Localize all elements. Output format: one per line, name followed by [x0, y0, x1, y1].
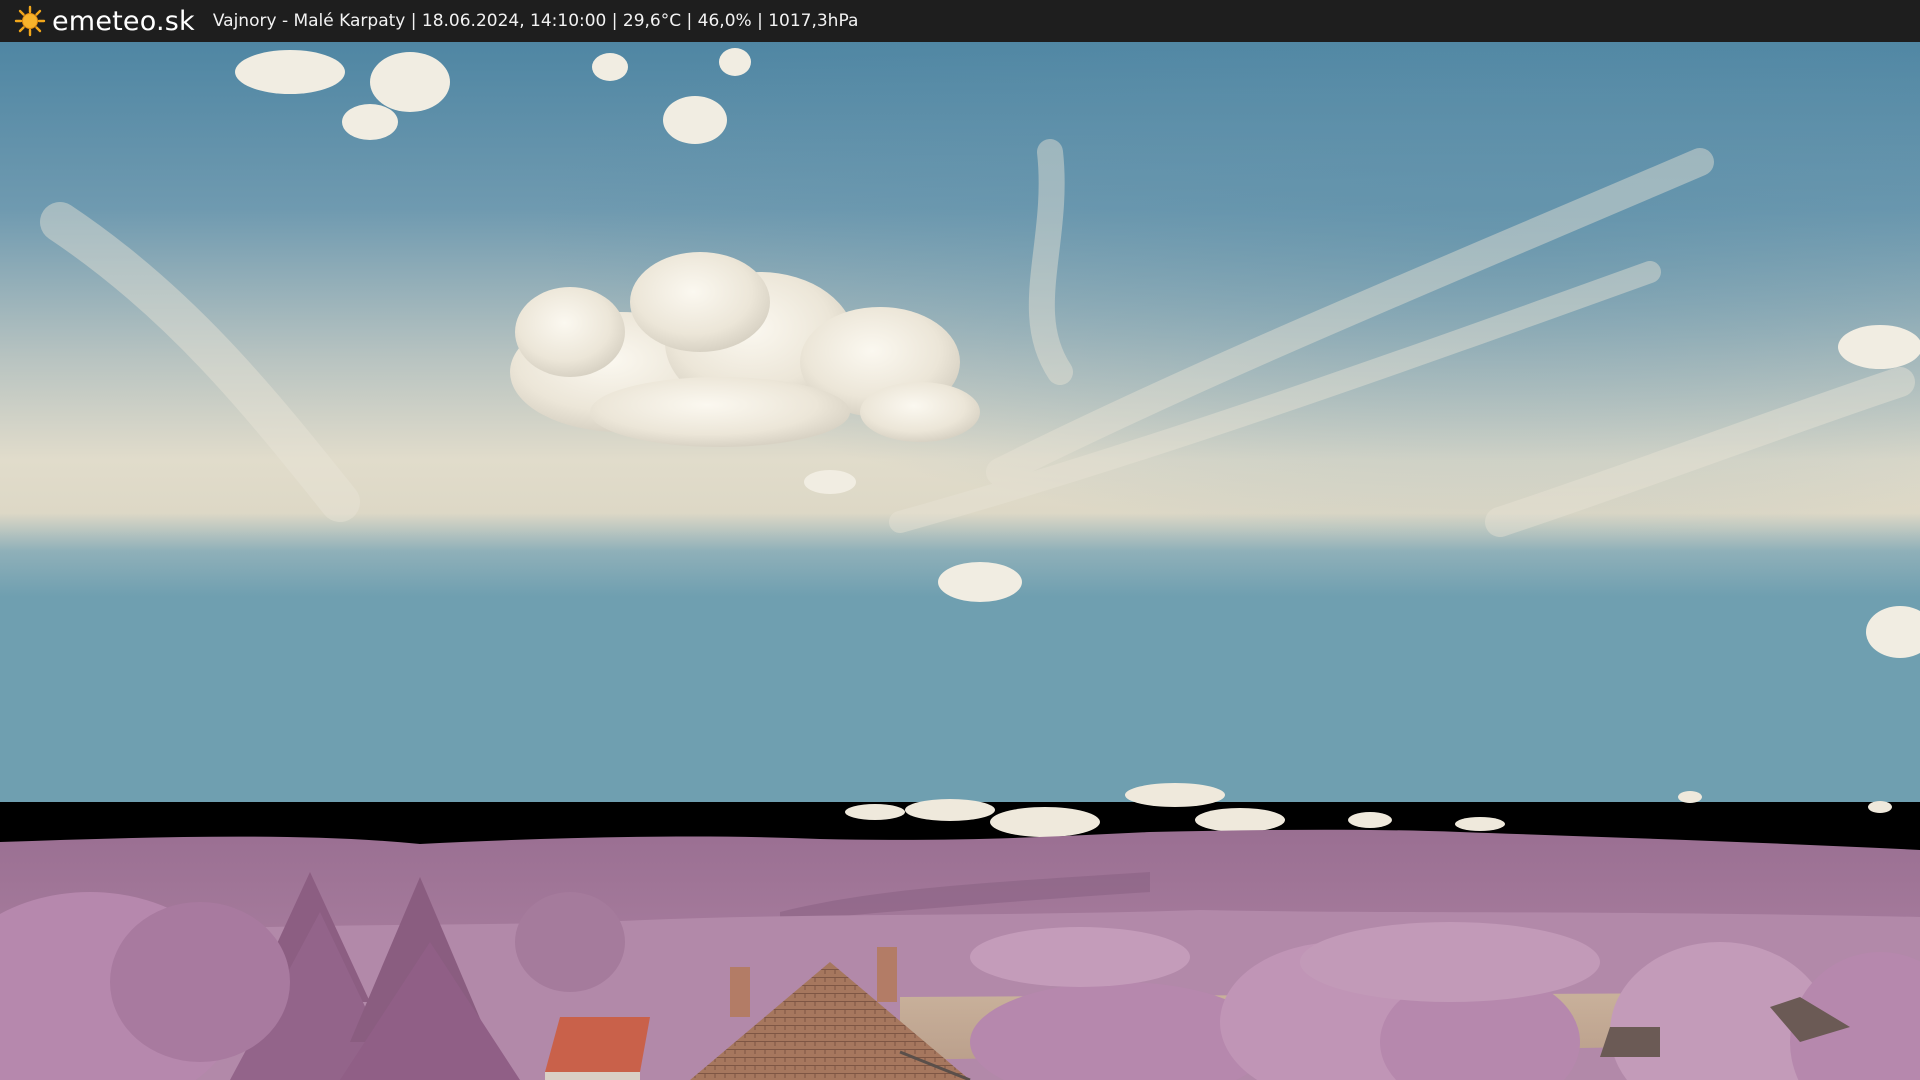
webcam-image [0, 42, 1920, 1080]
brand-name: emeteo.sk [52, 5, 195, 37]
webcam-frame: emeteo.sk Vajnory - Malé Karpaty | 18.06… [0, 0, 1920, 1080]
weather-caption: Vajnory - Malé Karpaty | 18.06.2024, 14:… [212, 11, 859, 31]
header-bar: emeteo.sk Vajnory - Malé Karpaty | 18.06… [0, 0, 1920, 42]
brand-logo[interactable]: emeteo.sk [14, 5, 195, 37]
sun-icon [14, 5, 46, 37]
